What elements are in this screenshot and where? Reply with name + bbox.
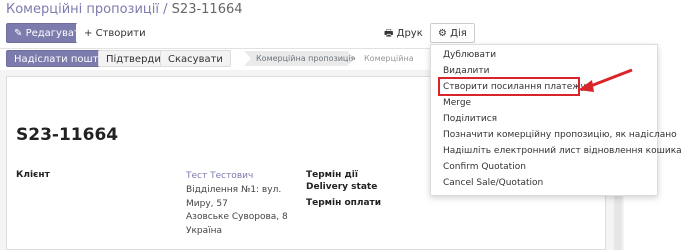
annotation-arrow-icon [578, 68, 633, 92]
client-address: Тест Тестович Відділення №1: вул. Миру, … [186, 170, 288, 239]
print-button-label: Друк [396, 28, 423, 39]
print-button[interactable]: 🖶 Друк [376, 23, 431, 43]
menu-item-cancel-sale[interactable]: Cancel Sale/Quotation [443, 178, 543, 188]
action-button[interactable]: ⚙ Дія [430, 23, 475, 43]
action-dropdown-menu: Дублювати Видалити Створити посилання пл… [430, 44, 682, 196]
action-button-label: Дія [450, 28, 467, 39]
menu-item-mark-quotation-sent[interactable]: Позначити комерційну пропозицію, як наді… [443, 130, 677, 140]
address-line: Миру, 57 [186, 198, 228, 209]
menu-item-duplicate[interactable]: Дублювати [443, 50, 496, 60]
menu-item-share[interactable]: Поділитися [443, 114, 497, 124]
record-name: S23-11664 [16, 125, 119, 145]
breadcrumb-separator: / [163, 2, 168, 17]
client-label: Клієнт [16, 170, 50, 180]
client-name-link[interactable]: Тест Тестович [186, 170, 288, 184]
menu-item-send-cart-recovery-email[interactable]: Надішліть електронний лист відновлення к… [443, 146, 682, 156]
delivery-state-label: Delivery state [306, 182, 378, 192]
create-button-label: Створити [95, 28, 146, 39]
breadcrumb-current: S23-11664 [171, 2, 243, 17]
address-line: Відділення №1: вул. [186, 184, 282, 195]
payment-terms-label: Термін оплати [306, 198, 382, 208]
breadcrumb-parent-link[interactable]: Комерційні пропозиції [6, 2, 159, 17]
highlight-box [438, 77, 580, 96]
menu-item-merge[interactable]: Merge [443, 98, 471, 108]
menu-item-delete[interactable]: Видалити [443, 66, 489, 76]
stage-quotation[interactable]: Комерційна пропозиція [244, 51, 356, 66]
validity-date-label: Термін дії [306, 170, 358, 180]
create-button[interactable]: + Створити [76, 23, 154, 43]
gear-icon: ⚙ [438, 28, 447, 39]
menu-item-confirm-quotation[interactable]: Confirm Quotation [443, 162, 526, 172]
print-icon: 🖶 [384, 28, 394, 39]
pencil-icon: ✎ [14, 28, 23, 39]
address-line: Азовське Суворова, 8 [186, 212, 288, 223]
stage-quotation-sent[interactable]: Комерційна пропо... [352, 51, 432, 78]
plus-icon: + [84, 28, 93, 39]
breadcrumb: Комерційні пропозиції / S23-11664 [6, 2, 243, 17]
cancel-button[interactable]: Скасувати [160, 50, 231, 67]
address-line: Україна [186, 226, 223, 237]
